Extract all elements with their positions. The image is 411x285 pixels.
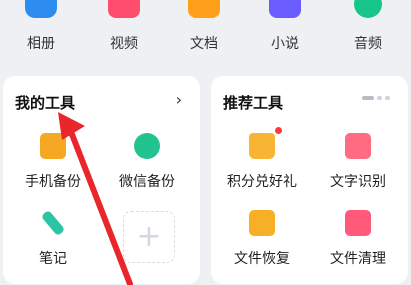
category-label: 视频 [110, 36, 138, 52]
page-dot [377, 96, 382, 100]
tool-label: 笔记 [39, 251, 67, 267]
notification-dot [275, 127, 282, 134]
wechat-backup-icon [134, 133, 160, 159]
tool-points-gift[interactable]: 积分兑好礼 [217, 127, 307, 193]
category-label: 文档 [190, 36, 218, 52]
note-icon [40, 209, 66, 237]
novel-icon [269, 0, 301, 18]
tool-label: 微信备份 [119, 174, 175, 190]
category-video[interactable]: 视频 [94, 0, 154, 60]
tool-phone-backup[interactable]: 手机备份 [8, 133, 98, 193]
tool-label: 文件清理 [330, 251, 386, 267]
tool-ocr[interactable]: 文字识别 [313, 133, 403, 193]
page-indicator [359, 96, 390, 115]
audio-icon [354, 0, 382, 18]
category-label: 相册 [27, 36, 55, 52]
tool-note[interactable]: 笔记 [8, 209, 98, 270]
document-icon [188, 0, 220, 18]
category-album[interactable]: 相册 [11, 0, 71, 60]
category-label: 音频 [354, 36, 382, 52]
tool-label: 文字识别 [330, 174, 386, 190]
my-tools-title[interactable]: 我的工具 [15, 92, 75, 113]
page-dot-active [362, 96, 374, 100]
file-restore-icon [249, 210, 275, 236]
category-document[interactable]: 文档 [174, 0, 234, 60]
tool-file-restore[interactable]: 文件恢复 [217, 210, 307, 270]
tool-label: 手机备份 [25, 174, 81, 190]
tool-label: 积分兑好礼 [227, 174, 297, 190]
recommended-tools-title: 推荐工具 [223, 94, 284, 112]
page-dot [385, 96, 390, 100]
ocr-icon [345, 133, 371, 159]
tool-file-clean[interactable]: 文件清理 [313, 210, 403, 270]
tool-label: 文件恢复 [234, 251, 290, 267]
video-icon [108, 0, 140, 18]
category-label: 小说 [271, 36, 299, 52]
album-icon [25, 0, 57, 18]
category-novel[interactable]: 小说 [255, 0, 315, 60]
chevron-right-icon[interactable]: › [176, 90, 182, 109]
tool-wechat-backup[interactable]: 微信备份 [102, 133, 192, 193]
file-clean-icon [345, 210, 371, 236]
gift-bag-icon [249, 133, 275, 159]
plus-icon: + [136, 219, 162, 254]
add-tool-button[interactable]: + [123, 211, 175, 263]
category-audio[interactable]: 音频 [338, 0, 398, 60]
phone-backup-icon [40, 133, 66, 159]
